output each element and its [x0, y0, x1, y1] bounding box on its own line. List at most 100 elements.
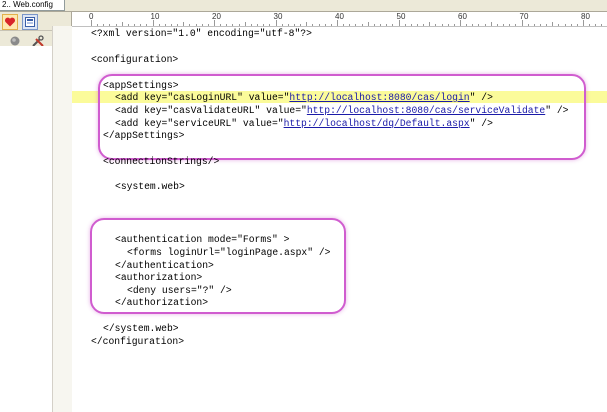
ruler-tick	[293, 24, 295, 26]
ruler-tick	[466, 24, 468, 26]
ruler-tick	[257, 24, 259, 26]
ruler-tick	[496, 24, 498, 26]
code-line: <add key="serviceURL" value="http://loca…	[115, 118, 493, 129]
ruler-tick	[441, 24, 443, 26]
ruler-tick	[330, 24, 332, 26]
ruler-tick	[472, 24, 474, 26]
ruler-tick	[134, 24, 136, 26]
ruler-label: 70	[519, 12, 529, 21]
ruler-tick	[509, 24, 511, 26]
ruler-tick	[232, 24, 234, 26]
ruler-tick	[373, 24, 375, 26]
ruler-label: 80	[581, 12, 590, 21]
code-line: <add key="casValidateURL" value="http://…	[115, 105, 569, 116]
code-line: <add key="casLoginURL" value="http://loc…	[115, 92, 493, 103]
ruler-tick	[361, 24, 363, 26]
url-link[interactable]: http://localhost:8080/cas/serviceValidat…	[307, 105, 545, 116]
code-line: </authorization>	[115, 297, 209, 308]
left-panel	[0, 12, 72, 412]
ruler-tick	[121, 22, 123, 26]
code-line: </system.web>	[103, 323, 179, 334]
ruler-tick	[170, 24, 172, 26]
ruler-tick	[238, 24, 240, 26]
left-panel-content	[0, 46, 52, 412]
code-line: <appSettings>	[103, 80, 179, 91]
ruler-tick	[423, 24, 425, 26]
ruler-tick	[546, 24, 548, 26]
ruler-tick	[539, 24, 541, 26]
url-link[interactable]: http://localhost/dq/Default.aspx	[284, 118, 470, 129]
ruler-tick	[515, 24, 517, 26]
code-line: <?xml version="1.0" encoding="utf-8"?>	[91, 28, 312, 39]
ruler-tick	[250, 24, 252, 26]
ruler-tick	[429, 22, 431, 26]
ruler-tick	[435, 24, 437, 26]
column-ruler: 0 10 20 30 40 50 60 70 80	[72, 12, 607, 27]
ruler-tick	[552, 22, 554, 26]
ruler-label: 40	[335, 12, 344, 21]
ruler-tick	[595, 24, 597, 26]
ruler-tick	[146, 24, 148, 26]
ruler-tick	[355, 24, 357, 26]
tab-web-config[interactable]: 2.. Web.config	[0, 0, 65, 11]
ruler-tick	[478, 24, 480, 26]
ruler-tick	[589, 24, 591, 26]
ruler-tick	[404, 24, 406, 26]
ruler-label: 60	[458, 12, 467, 21]
ruler-tick	[306, 22, 308, 26]
ruler-tick	[484, 24, 486, 26]
ruler-tick	[244, 22, 246, 26]
ruler-tick	[576, 24, 578, 26]
code-line: </appSettings>	[103, 130, 185, 141]
line-gutter	[52, 26, 72, 412]
ruler-tick	[490, 22, 492, 26]
code-line: <authorization>	[115, 272, 203, 283]
ruler-tick	[281, 24, 283, 26]
ruler-tick	[564, 24, 566, 26]
ruler-tick	[158, 24, 160, 26]
code-line: </authentication>	[115, 260, 214, 271]
tab-strip: 2.. Web.config	[0, 0, 607, 12]
ruler-tick	[195, 24, 197, 26]
code-editor[interactable]: <?xml version="1.0" encoding="utf-8"?> <…	[72, 27, 607, 412]
address-book-icon[interactable]	[22, 14, 38, 30]
code-line: <forms loginUrl="loginPage.aspx" />	[127, 247, 331, 258]
ruler-tick	[343, 24, 345, 26]
ruler-label: 0	[89, 12, 94, 21]
ruler-tick	[226, 24, 228, 26]
ruler-label: 20	[212, 12, 221, 21]
ruler-tick	[453, 24, 455, 26]
ruler-tick	[103, 24, 105, 26]
ruler-tick	[410, 24, 412, 26]
ruler-tick	[601, 24, 603, 26]
ruler-tick	[201, 24, 203, 26]
ruler-tick	[533, 24, 535, 26]
code-line: <connectionStrings/>	[103, 156, 220, 167]
ruler-tick	[416, 24, 418, 26]
ruler-tick	[164, 24, 166, 26]
ruler-tick	[558, 24, 560, 26]
ruler-tick	[115, 24, 117, 26]
ruler-tick	[183, 22, 185, 26]
ruler-tick	[570, 24, 572, 26]
ruler-tick	[367, 22, 369, 26]
code-line: <system.web>	[115, 181, 185, 192]
ruler-tick	[312, 24, 314, 26]
ruler-tick	[207, 24, 209, 26]
ruler-tick	[140, 24, 142, 26]
ruler-label: 50	[396, 12, 406, 21]
ruler-tick	[447, 24, 449, 26]
code-line: <authentication mode="Forms" >	[115, 234, 290, 245]
toolbar-divider	[0, 30, 52, 31]
ruler-tick	[127, 24, 129, 26]
ruler-tick	[189, 24, 191, 26]
ruler-tick	[263, 24, 265, 26]
ruler-tick	[177, 24, 179, 26]
ruler-tick	[220, 24, 222, 26]
ruler-tick	[380, 24, 382, 26]
url-link[interactable]: http://localhost:8080/cas/login	[289, 92, 469, 103]
ruler-label: 10	[150, 12, 160, 21]
ruler-tick	[349, 24, 351, 26]
heart-icon[interactable]	[2, 14, 18, 30]
ruler-tick	[527, 24, 529, 26]
